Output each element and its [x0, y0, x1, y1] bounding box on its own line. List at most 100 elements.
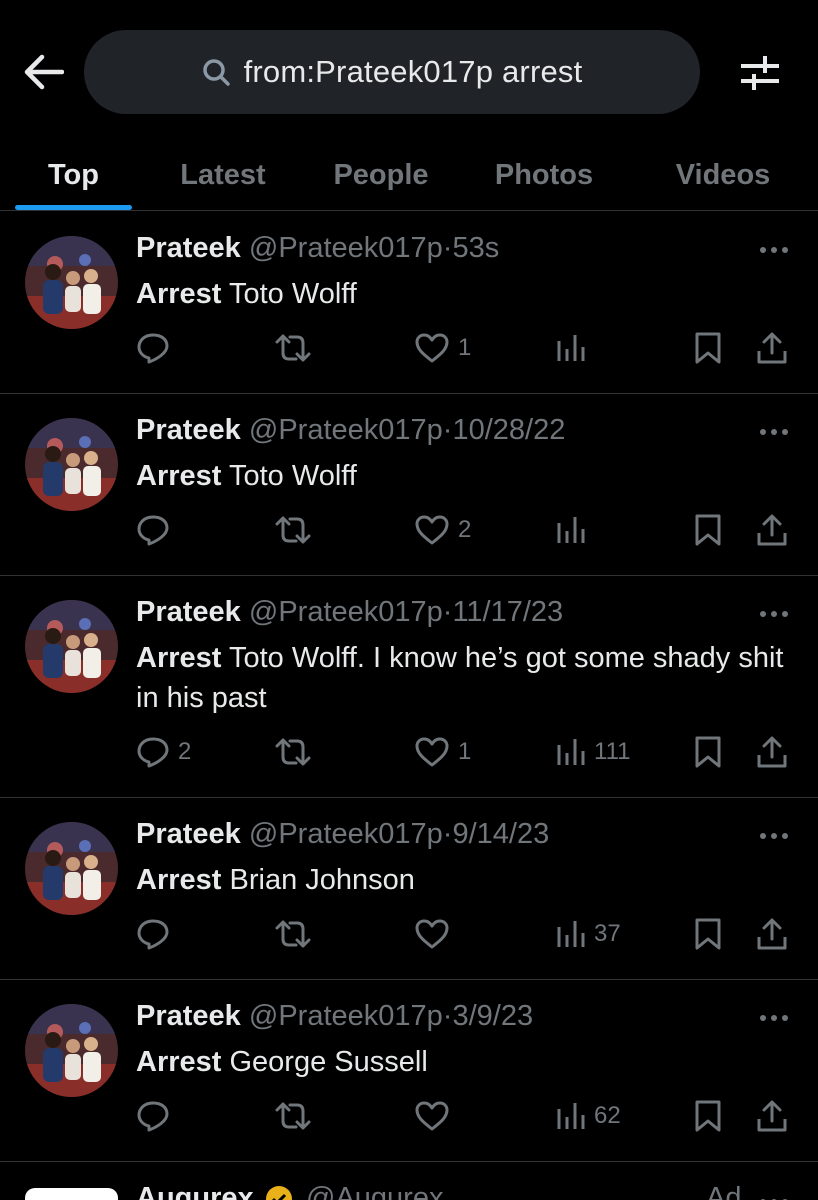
heart-icon [415, 737, 449, 767]
ellipsis-icon [760, 247, 788, 253]
search-filter-button[interactable] [730, 48, 790, 98]
advertiser-name[interactable]: Augurex [136, 1182, 254, 1200]
views-button[interactable] [556, 510, 594, 550]
bookmark-button[interactable] [694, 914, 722, 954]
tweet-text-rest: George Sussell [221, 1046, 428, 1078]
tweet-text: Arrest Brian Johnson [136, 860, 796, 900]
tab-photos[interactable]: Photos [476, 140, 612, 210]
retweet-button[interactable] [274, 1096, 320, 1136]
reply-button[interactable] [136, 1096, 178, 1136]
avatar[interactable] [25, 600, 118, 693]
author-handle[interactable]: @Prateek017p [249, 232, 443, 264]
author-handle[interactable]: @Prateek017p [249, 596, 443, 628]
share-button[interactable] [756, 328, 788, 368]
tweet-actions: 2 [0, 510, 818, 550]
reply-button[interactable] [136, 328, 178, 368]
bookmark-button[interactable] [694, 510, 722, 550]
like-button[interactable]: 1 [414, 732, 471, 772]
share-button[interactable] [756, 732, 788, 772]
tweet-text-rest: Toto Wolff [221, 460, 357, 492]
retweet-button[interactable] [274, 510, 320, 550]
avatar[interactable] [25, 236, 118, 329]
like-button[interactable] [414, 914, 458, 954]
tab-latest[interactable]: Latest [158, 140, 288, 210]
active-tab-indicator [15, 205, 132, 210]
timestamp[interactable]: 53s [452, 232, 499, 264]
author-name[interactable]: Prateek [136, 818, 241, 850]
tweet-text-bold: Arrest [136, 460, 222, 492]
advertiser-logo[interactable] [25, 1188, 118, 1200]
tab-top[interactable]: Top [15, 140, 132, 210]
author-name[interactable]: Prateek [136, 414, 241, 446]
tweet[interactable]: Prateek @Prateek017p·3/9/23 Arrest Georg… [0, 980, 818, 1162]
bookmark-icon [695, 332, 721, 364]
ad-label: Ad [706, 1182, 742, 1200]
retweet-button[interactable] [274, 732, 320, 772]
avatar[interactable] [25, 418, 118, 511]
tweet-actions: 37 [0, 914, 818, 954]
bar-chart-icon [557, 517, 585, 543]
view-count: 62 [594, 1102, 621, 1129]
tweet[interactable]: Prateek @Prateek017p·11/17/23 Arrest Tot… [0, 576, 818, 798]
like-count: 1 [458, 334, 472, 361]
reply-button[interactable]: 2 [136, 732, 191, 772]
tweet-actions: 1 [0, 328, 818, 368]
ellipsis-icon [760, 429, 788, 435]
views-button[interactable]: 111 [556, 732, 630, 772]
views-button[interactable] [556, 328, 594, 368]
tweet-text: Arrest Toto Wolff [136, 274, 796, 314]
share-button[interactable] [756, 510, 788, 550]
more-button[interactable] [756, 1006, 792, 1030]
reply-button[interactable] [136, 510, 178, 550]
separator-dot: · [442, 1000, 453, 1032]
like-button[interactable]: 2 [414, 510, 471, 550]
author-name[interactable]: Prateek [136, 1000, 241, 1032]
author-name[interactable]: Prateek [136, 596, 241, 628]
tweet-header: Prateek @Prateek017p·10/28/22 [136, 414, 565, 447]
author-name[interactable]: Prateek [136, 232, 241, 264]
tab-label: Videos [675, 158, 771, 191]
tweet[interactable]: Prateek @Prateek017p·10/28/22 Arrest Tot… [0, 394, 818, 576]
share-button[interactable] [756, 1096, 788, 1136]
author-handle[interactable]: @Prateek017p [249, 1000, 443, 1032]
avatar[interactable] [25, 1004, 118, 1097]
timestamp[interactable]: 3/9/23 [452, 1000, 533, 1032]
avatar[interactable] [25, 822, 118, 915]
bookmark-icon [695, 1100, 721, 1132]
advertiser-handle[interactable]: @Augurex [306, 1182, 443, 1200]
share-icon [757, 736, 787, 768]
retweet-button[interactable] [274, 328, 320, 368]
like-button[interactable] [414, 1096, 458, 1136]
bookmark-button[interactable] [694, 732, 722, 772]
like-button[interactable]: 1 [414, 328, 471, 368]
promoted-tweet[interactable]: Augurex @Augurex Ad [0, 1160, 818, 1200]
ellipsis-icon[interactable] [756, 1190, 792, 1200]
views-button[interactable]: 37 [556, 914, 621, 954]
tab-people[interactable]: People [314, 140, 448, 210]
more-button[interactable] [756, 602, 792, 626]
tweet[interactable]: Prateek @Prateek017p·53s Arrest Toto Wol… [0, 212, 818, 394]
retweet-icon [275, 1102, 311, 1130]
retweet-button[interactable] [274, 914, 320, 954]
search-input[interactable]: from:Prateek017p arrest [84, 30, 700, 114]
retweet-icon [275, 738, 311, 766]
tab-label: People [333, 158, 429, 191]
timestamp[interactable]: 10/28/22 [452, 414, 565, 446]
bookmark-button[interactable] [694, 328, 722, 368]
reply-button[interactable] [136, 914, 178, 954]
more-button[interactable] [756, 824, 792, 848]
timestamp[interactable]: 9/14/23 [452, 818, 549, 850]
tweet[interactable]: Prateek @Prateek017p·9/14/23 Arrest Bria… [0, 798, 818, 980]
more-button[interactable] [756, 238, 792, 262]
back-button[interactable] [18, 50, 68, 94]
top-bar: from:Prateek017p arrest [0, 0, 818, 140]
author-handle[interactable]: @Prateek017p [249, 414, 443, 446]
tab-videos[interactable]: Videos [655, 140, 791, 210]
more-button[interactable] [756, 420, 792, 444]
views-button[interactable]: 62 [556, 1096, 621, 1136]
author-handle[interactable]: @Prateek017p [249, 818, 443, 850]
bookmark-button[interactable] [694, 1096, 722, 1136]
timestamp[interactable]: 11/17/23 [452, 596, 563, 628]
share-button[interactable] [756, 914, 788, 954]
heart-icon [415, 1101, 449, 1131]
